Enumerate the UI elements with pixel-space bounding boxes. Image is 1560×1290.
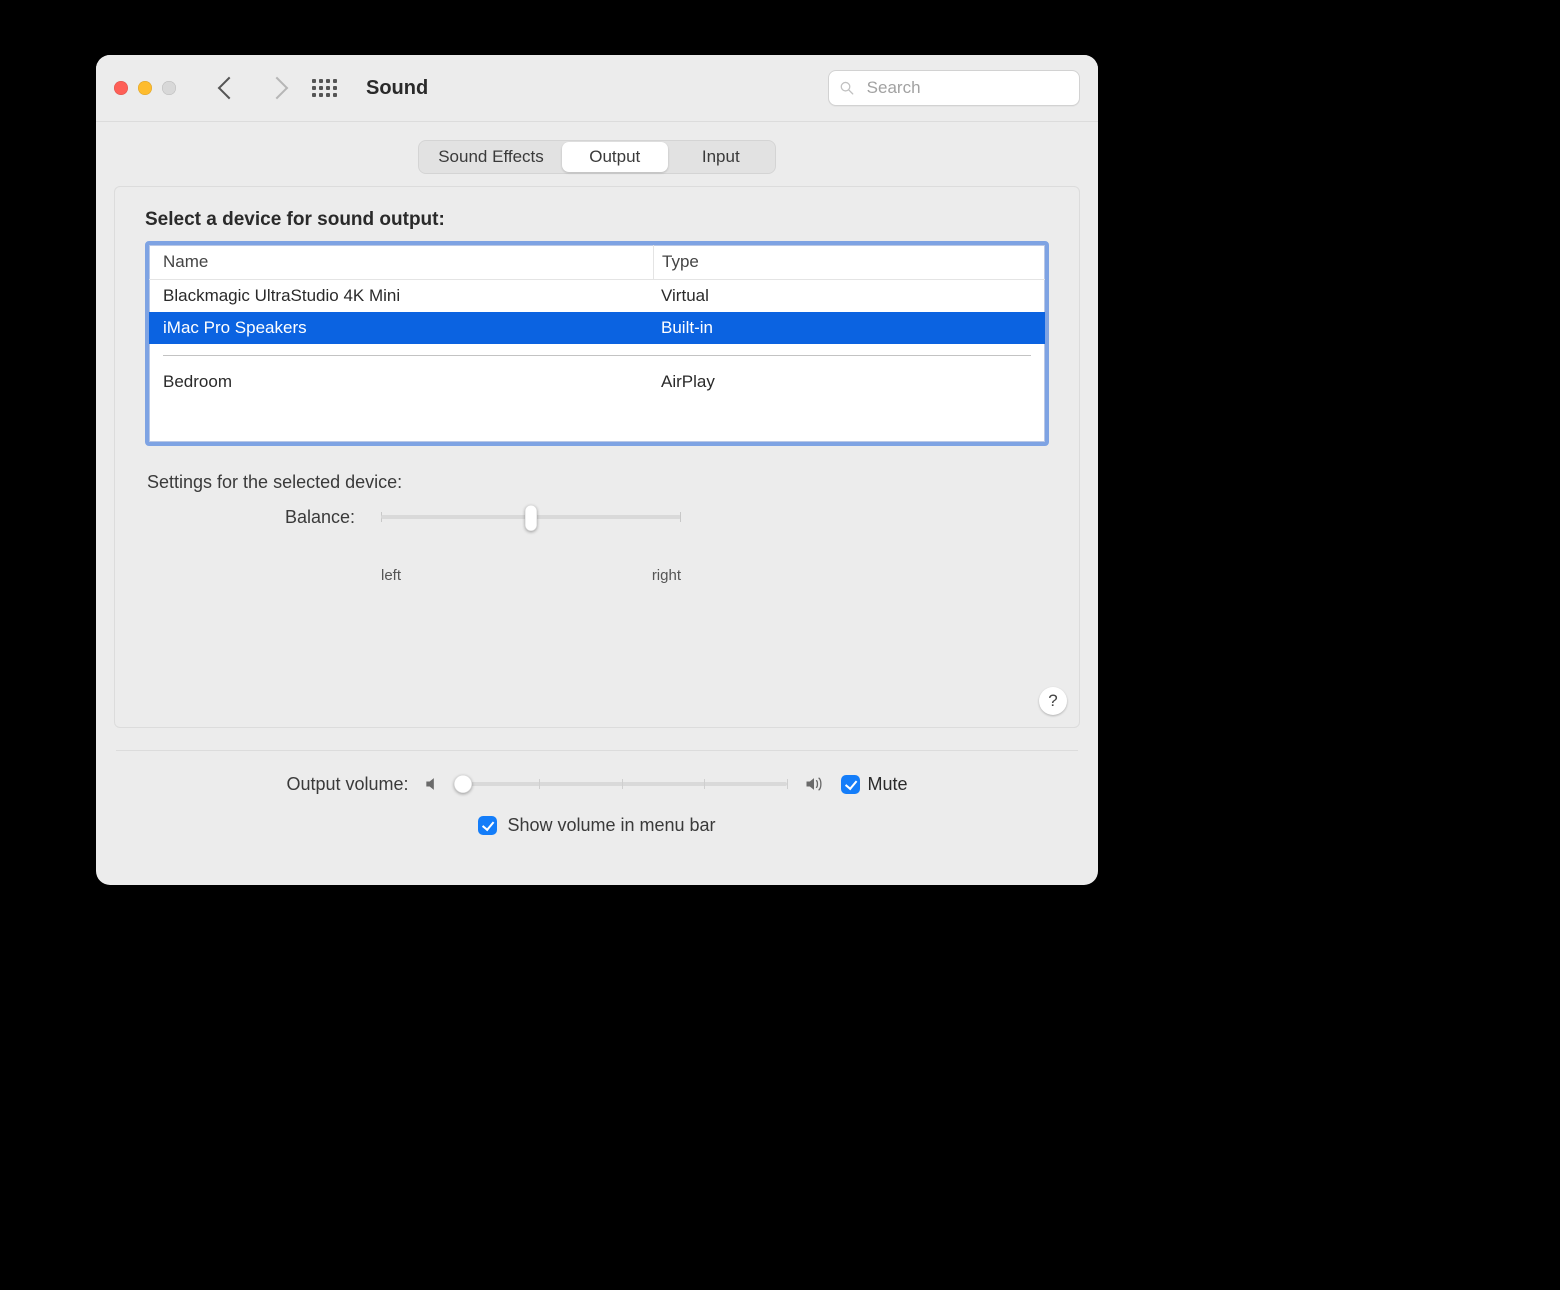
slider-tick [787, 779, 788, 789]
speaker-high-icon [801, 774, 827, 794]
search-input[interactable] [865, 77, 1069, 99]
show-in-menubar-control[interactable]: Show volume in menu bar [116, 815, 1078, 836]
nav-arrows [218, 74, 288, 102]
balance-right-label: right [652, 567, 681, 584]
toolbar: Sound [96, 55, 1098, 122]
slider-tick [539, 779, 540, 789]
preferences-window: Sound Sound Effects Output Input Select … [96, 55, 1098, 885]
chevron-right-icon [266, 77, 289, 100]
tab-sound-effects[interactable]: Sound Effects [420, 142, 562, 172]
output-volume-row: Output volume: [116, 771, 1078, 797]
device-type: Virtual [653, 280, 1045, 312]
slider-thumb[interactable] [525, 505, 537, 531]
balance-control: Balance: left right [265, 505, 1049, 584]
slider-tick [680, 512, 681, 522]
device-table-header: Name Type [149, 245, 1045, 280]
device-name: Blackmagic UltraStudio 4K Mini [149, 286, 653, 306]
device-name: Bedroom [149, 372, 653, 392]
search-field[interactable] [828, 70, 1080, 106]
show-in-menubar-label: Show volume in menu bar [507, 815, 715, 836]
balance-slider[interactable] [381, 505, 681, 545]
output-volume-label: Output volume: [286, 774, 408, 795]
mute-checkbox[interactable] [841, 775, 860, 794]
help-button[interactable]: ? [1039, 687, 1067, 715]
grid-icon [312, 79, 334, 97]
slider-tick [704, 779, 705, 789]
column-type[interactable]: Type [653, 245, 1045, 279]
column-name[interactable]: Name [149, 252, 653, 272]
device-type: Built-in [653, 312, 1045, 344]
balance-label: Balance: [265, 505, 355, 528]
mute-label: Mute [868, 774, 908, 795]
speaker-low-icon [423, 774, 443, 794]
balance-left-label: left [381, 567, 401, 584]
divider [116, 750, 1078, 751]
device-row-selected[interactable]: iMac Pro Speakers Built-in [149, 312, 1045, 344]
close-window-button[interactable] [114, 81, 128, 95]
footer: Output volume: [96, 728, 1098, 844]
window-title: Sound [366, 77, 428, 100]
back-button[interactable] [218, 74, 240, 102]
forward-button[interactable] [266, 74, 288, 102]
tab-output[interactable]: Output [562, 142, 668, 172]
output-volume-slider[interactable] [457, 771, 787, 797]
window-controls [114, 81, 176, 95]
device-group-separator [149, 344, 1045, 366]
slider-tick [622, 779, 623, 789]
device-name: iMac Pro Speakers [149, 318, 653, 338]
output-panel: Select a device for sound output: Name T… [114, 186, 1080, 728]
device-row[interactable]: Blackmagic UltraStudio 4K Mini Virtual [149, 280, 1045, 312]
show-in-menubar-checkbox[interactable] [478, 816, 497, 835]
device-type: AirPlay [653, 366, 1045, 398]
slider-thumb[interactable] [454, 775, 472, 793]
tab-input[interactable]: Input [668, 142, 774, 172]
zoom-window-button[interactable] [162, 81, 176, 95]
search-icon [839, 79, 855, 97]
device-table[interactable]: Name Type Blackmagic UltraStudio 4K Mini… [145, 241, 1049, 446]
settings-heading: Settings for the selected device: [147, 472, 1049, 493]
show-all-button[interactable] [312, 74, 334, 102]
chevron-left-icon [218, 77, 241, 100]
select-device-heading: Select a device for sound output: [145, 209, 1049, 231]
device-row[interactable]: Bedroom AirPlay [149, 366, 1045, 398]
mute-control[interactable]: Mute [841, 774, 908, 795]
minimize-window-button[interactable] [138, 81, 152, 95]
tab-bar: Sound Effects Output Input [96, 140, 1098, 174]
